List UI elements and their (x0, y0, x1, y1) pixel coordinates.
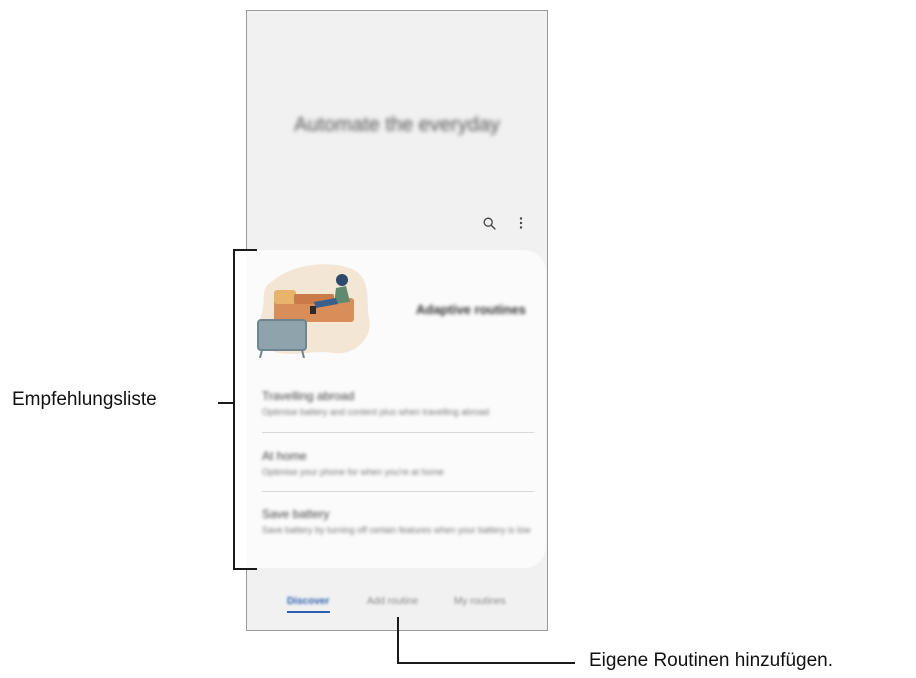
phone-screen: Automate the everyday Adaptive routines … (246, 10, 548, 631)
list-bracket-top (233, 249, 257, 251)
tab-my-routines[interactable]: My routines (454, 596, 506, 607)
active-tab-indicator (287, 611, 330, 613)
list-bracket-vertical (233, 249, 235, 569)
list-callout-connector (218, 402, 233, 404)
bottom-navigation: Discover Add routine My routines (247, 596, 547, 618)
list-item[interactable]: At home Optimise your phone for when you… (262, 449, 534, 479)
list-item-title: At home (262, 449, 307, 463)
list-item[interactable]: Travelling abroad Optimise battery and c… (262, 389, 534, 419)
hero-title: Adaptive routines (416, 302, 526, 317)
list-item-description: Optimise your phone for when you're at h… (262, 467, 444, 477)
divider (262, 432, 534, 433)
list-item-description: Save battery by turning off certain feat… (262, 525, 531, 535)
top-toolbar (481, 215, 529, 231)
list-callout-label: Empfehlungsliste (12, 389, 157, 410)
add-callout-vertical (397, 617, 399, 663)
list-item-title: Save battery (262, 507, 330, 521)
list-item-title: Travelling abroad (262, 389, 355, 403)
recommendation-list: Adaptive routines Travelling abroad Opti… (246, 250, 546, 568)
list-bracket-bottom (233, 568, 257, 570)
divider (262, 491, 534, 492)
add-callout-horizontal (397, 662, 575, 664)
more-vertical-icon[interactable] (513, 215, 529, 231)
tab-add-routine[interactable]: Add routine (367, 596, 418, 607)
search-icon[interactable] (481, 215, 497, 231)
add-callout-label: Eigene Routinen hinzufügen. (589, 650, 834, 671)
tab-discover[interactable]: Discover (287, 596, 329, 607)
page-title: Automate the everyday (294, 114, 500, 136)
hero-illustration (257, 264, 370, 358)
list-item-description: Optimise battery and content plus when t… (262, 407, 490, 417)
list-item[interactable]: Save battery Save battery by turning off… (262, 507, 534, 537)
